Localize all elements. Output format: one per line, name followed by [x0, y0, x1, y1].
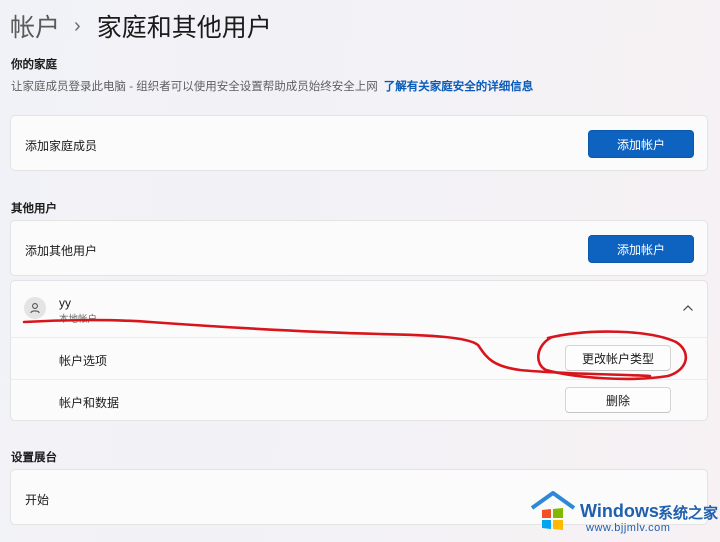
- account-data-label: 帐户和数据: [59, 396, 120, 410]
- windows-logo-icon: [530, 491, 576, 530]
- add-family-account-button[interactable]: 添加帐户: [588, 130, 694, 158]
- family-safety-link[interactable]: 了解有关家庭安全的详细信息: [384, 81, 534, 93]
- kiosk-start-label: 开始: [25, 493, 50, 507]
- divider: [11, 379, 707, 380]
- watermark-url: www.bjjmlv.com: [586, 522, 671, 534]
- family-section-title: 你的家庭: [11, 59, 57, 71]
- divider: [11, 337, 707, 338]
- add-other-user-card: 添加其他用户 添加帐户: [10, 220, 708, 276]
- add-family-member-label: 添加家庭成员: [25, 139, 98, 153]
- user-expander-header[interactable]: yy 本地帐户: [11, 281, 707, 337]
- watermark: Windows 系统之家 www.bjjmlv.com: [528, 488, 720, 538]
- delete-account-button[interactable]: 删除: [565, 387, 671, 413]
- user-card-yy: yy 本地帐户 帐户选项 更改帐户类型 帐户和数据 删除: [10, 280, 708, 421]
- watermark-site-name: 系统之家: [658, 505, 719, 522]
- chevron-up-icon[interactable]: [682, 304, 694, 312]
- add-other-account-button[interactable]: 添加帐户: [588, 235, 694, 263]
- other-users-section-title: 其他用户: [11, 203, 57, 215]
- change-account-type-button[interactable]: 更改帐户类型: [565, 345, 671, 371]
- breadcrumb: 帐户 › 家庭和其他用户: [10, 8, 272, 44]
- add-family-member-card: 添加家庭成员 添加帐户: [10, 115, 708, 171]
- add-other-user-label: 添加其他用户: [25, 244, 98, 258]
- kiosk-section-title: 设置展台: [11, 452, 57, 464]
- chevron-right-icon: ›: [74, 15, 81, 37]
- user-name: yy: [59, 296, 71, 310]
- watermark-brand: Windows: [580, 501, 659, 521]
- user-icon: [24, 297, 46, 319]
- family-description: 让家庭成员登录此电脑 - 组织者可以使用安全设置帮助成员始终安全上网 了解有关家庭…: [11, 78, 533, 94]
- page-title: 家庭和其他用户: [96, 14, 272, 42]
- user-account-type: 本地帐户: [59, 314, 98, 325]
- breadcrumb-parent-accounts[interactable]: 帐户: [10, 8, 60, 44]
- family-description-text: 让家庭成员登录此电脑 - 组织者可以使用安全设置帮助成员始终安全上网: [11, 81, 378, 93]
- account-options-label: 帐户选项: [59, 354, 108, 368]
